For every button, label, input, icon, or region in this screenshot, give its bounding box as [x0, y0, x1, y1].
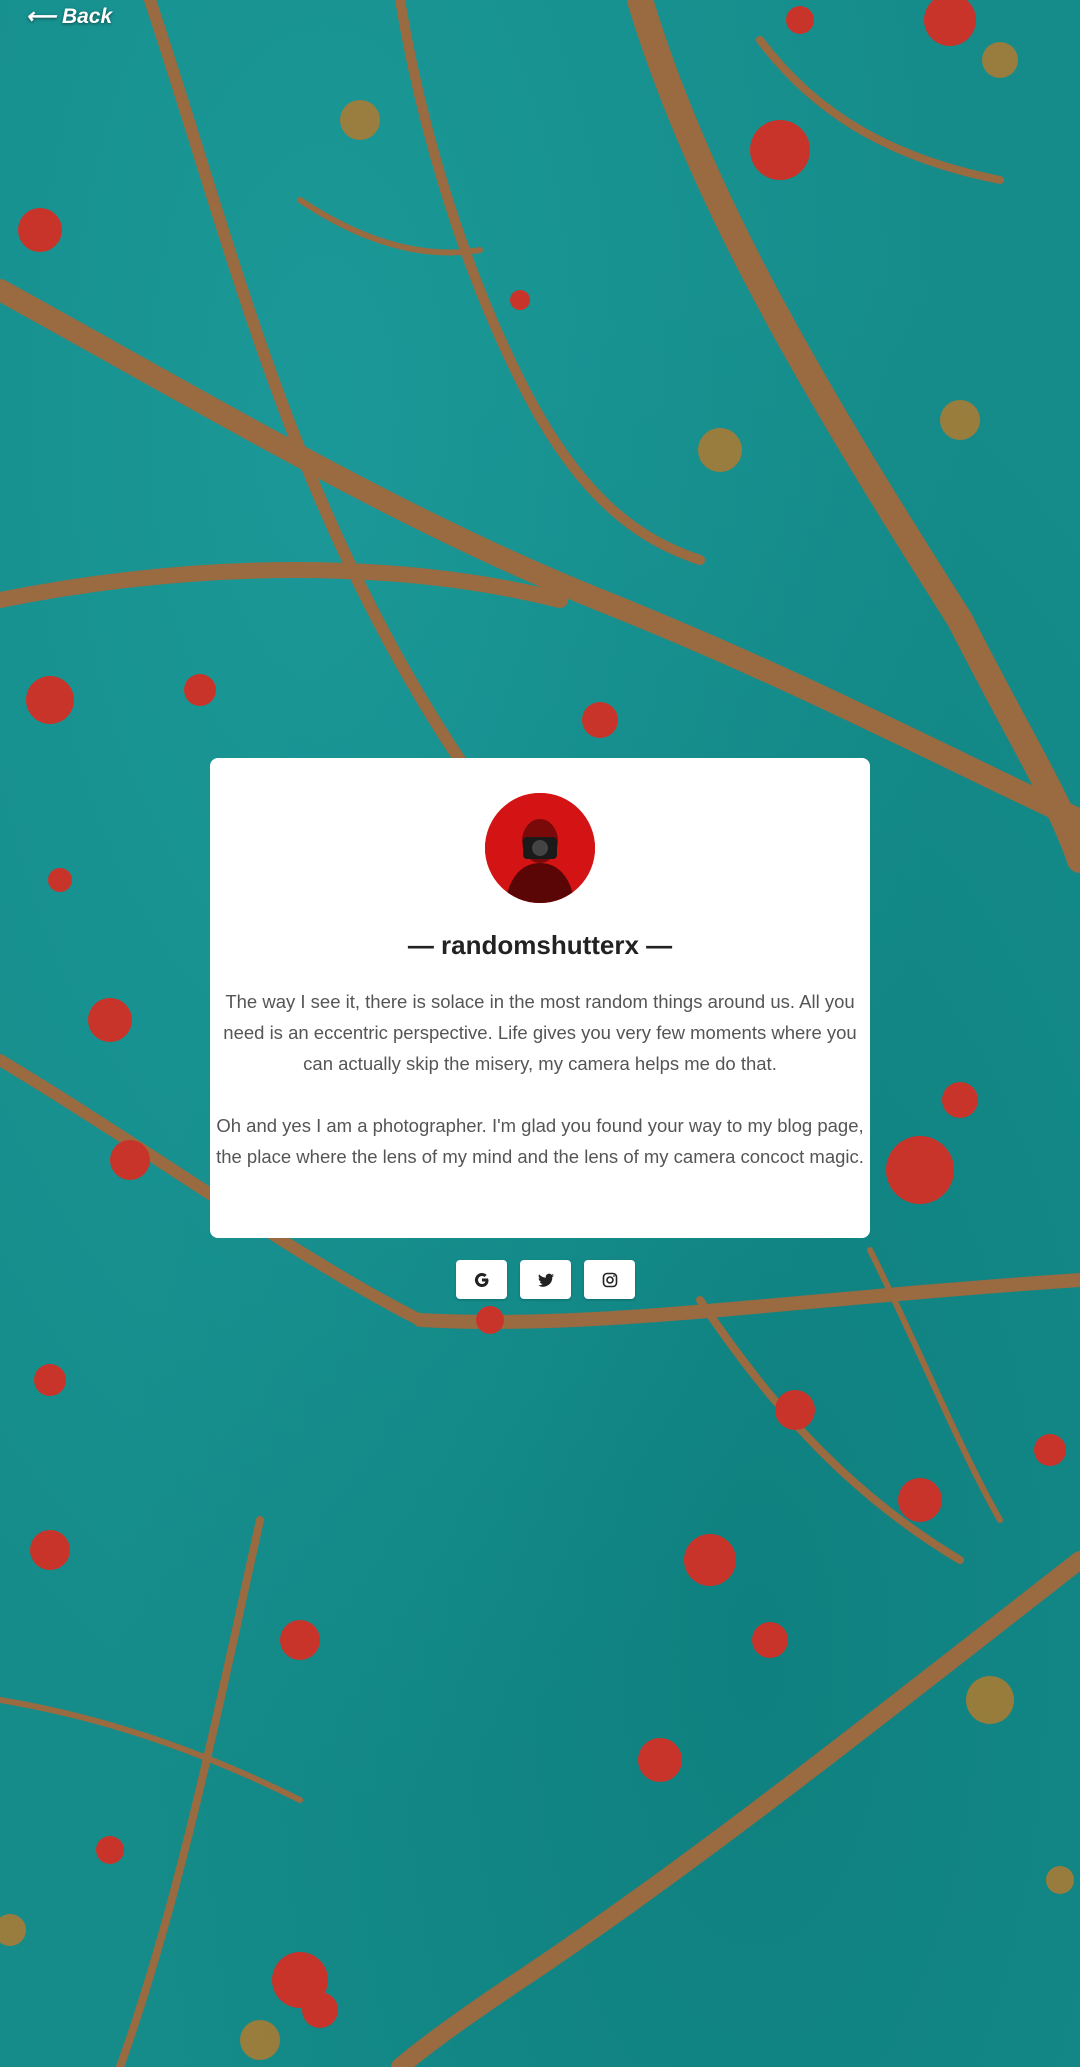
google-icon [474, 1272, 488, 1287]
twitter-button[interactable] [520, 1260, 571, 1299]
google-button[interactable] [456, 1260, 507, 1299]
avatar [485, 793, 595, 903]
bio-paragraph: Oh and yes I am a photographer. I'm glad… [216, 1115, 864, 1167]
profile-username: — randomshutterx — [407, 930, 673, 960]
profile-bio: The way I see it, there is solace in the… [214, 986, 866, 1203]
bio-paragraph: The way I see it, there is solace in the… [223, 991, 857, 1074]
instagram-button[interactable] [584, 1260, 635, 1299]
twitter-icon [537, 1273, 554, 1287]
back-link[interactable]: ⟵ Back [26, 4, 112, 29]
social-links [456, 1260, 635, 1299]
instagram-icon [602, 1272, 617, 1287]
profile-card: — randomshutterx — The way I see it, the… [210, 758, 870, 1238]
